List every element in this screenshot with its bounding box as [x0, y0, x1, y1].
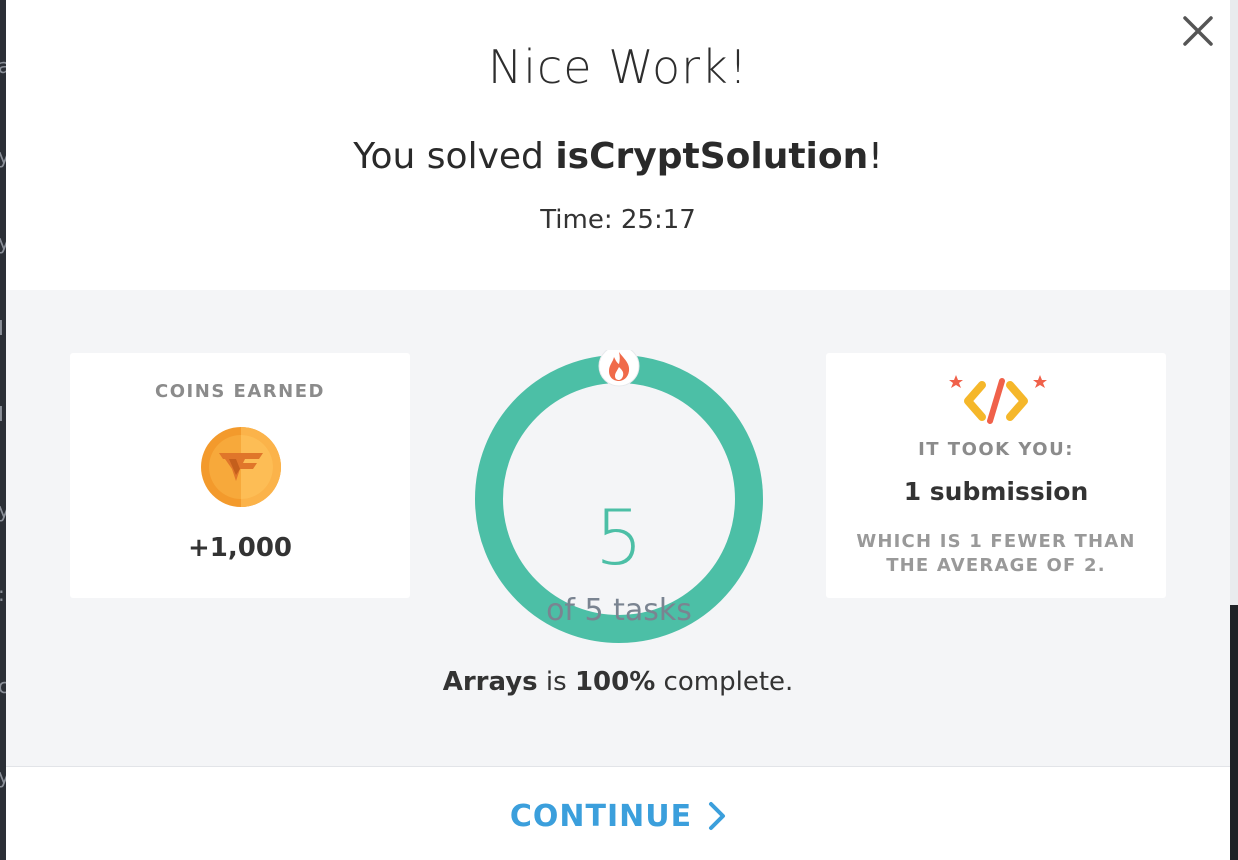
stats-panel: COINS EARNED +1,000 5 of 5 tasks IT TOOK… [6, 290, 1230, 767]
solved-suffix: ! [868, 136, 883, 177]
coins-value: +1,000 [187, 533, 293, 563]
progress-ring: 5 of 5 tasks [474, 345, 764, 644]
continue-label: CONTINUE [509, 798, 693, 834]
submissions-card: IT TOOK YOU: 1 submission WHICH IS 1 FEW… [826, 353, 1166, 598]
continue-button[interactable]: CONTINUE [496, 790, 740, 842]
completion-middle: is [537, 667, 575, 697]
bg-text: : [0, 584, 5, 604]
completion-suffix: complete. [655, 667, 794, 697]
submissions-comparison: WHICH IS 1 FEWER THAN THE AVERAGE OF 2. [856, 531, 1136, 576]
solved-message: You solved isCryptSolution! [6, 136, 1230, 177]
coin-icon [201, 427, 281, 507]
tasks-completed-count: 5 [594, 493, 644, 582]
solved-prefix: You solved [353, 136, 556, 177]
submissions-label: IT TOOK YOU: [918, 439, 1074, 460]
topic-completion: Arrays is 100% complete. [6, 667, 1230, 697]
topic-name: Arrays [442, 667, 538, 697]
time-taken: Time: 25:17 [540, 205, 696, 235]
star-icon [949, 375, 963, 388]
coins-label: COINS EARNED [155, 381, 325, 402]
task-name: isCryptSolution [555, 136, 869, 177]
coins-card: COINS EARNED +1,000 [70, 353, 410, 598]
chevron-right-icon [709, 802, 726, 830]
success-modal: Nice Work! You solved isCryptSolution! T… [6, 0, 1230, 860]
tasks-total-label: of 5 tasks [546, 593, 692, 628]
bg-text: I [0, 402, 4, 426]
submissions-value: 1 submission [903, 477, 1089, 506]
bg-text: I [0, 316, 4, 340]
modal-title: Nice Work! [487, 40, 749, 94]
bg-right-dark [1230, 605, 1238, 860]
completion-percent: 100% [574, 667, 656, 697]
code-icon [949, 375, 1047, 424]
star-icon [1033, 375, 1047, 388]
